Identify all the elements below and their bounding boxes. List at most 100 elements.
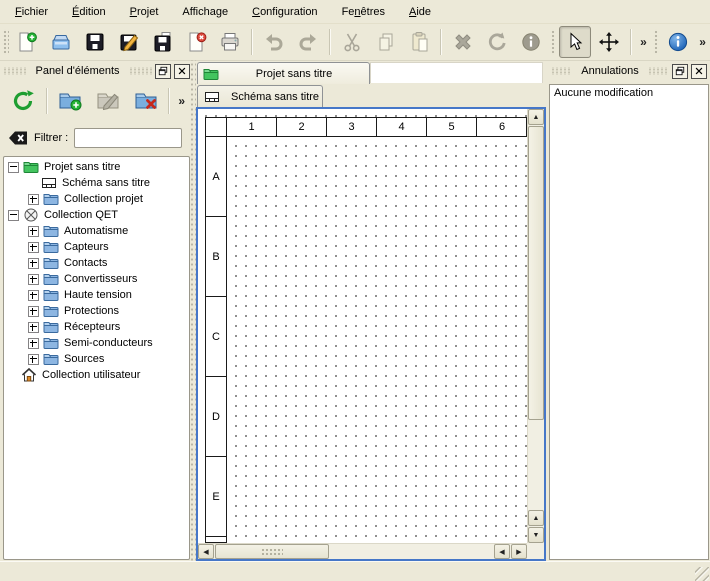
scroll-up-button-2[interactable]: ▲ [528,510,544,526]
new-file-button[interactable] [12,26,44,58]
expand-icon[interactable] [28,354,39,365]
float-panel-button[interactable] [672,64,688,79]
tree-item-haute-tension[interactable]: Haute tension [4,287,189,303]
float-panel-button[interactable] [155,64,171,79]
expand-icon[interactable] [28,274,39,285]
tree-item-convertisseurs[interactable]: Convertisseurs [4,271,189,287]
scroll-left-button[interactable]: ◀ [198,544,214,559]
menu-affichage[interactable]: Affichage [170,3,240,21]
tab-project[interactable]: Projet sans titre [197,62,370,84]
scroll-down-button[interactable]: ▼ [528,527,544,543]
resize-grip[interactable] [695,567,709,581]
expand-icon[interactable] [28,258,39,269]
folder-icon [43,191,59,207]
expand-icon[interactable] [28,242,39,253]
menu-configuration[interactable]: Configuration [240,3,329,21]
left-splitter-handle[interactable] [189,60,196,561]
expand-icon[interactable] [28,290,39,301]
tree-item-schema-sans-titre[interactable]: Schéma sans titre [4,175,189,191]
vertical-scroll-thumb[interactable] [528,126,544,420]
collapse-icon[interactable] [8,162,19,173]
expand-icon[interactable] [28,306,39,317]
expand-icon[interactable] [28,226,39,237]
tree-item-recepteurs[interactable]: Récepteurs [4,319,189,335]
reload-button[interactable] [5,84,41,118]
tree-item-collection-qet[interactable]: Collection QET [4,207,189,223]
new-category-button[interactable] [53,84,89,118]
diagram-scene[interactable]: 123456 ABCDE [198,109,527,543]
delete-category-button[interactable] [128,84,164,118]
info-button[interactable] [515,26,547,58]
edit-category-button[interactable] [90,84,126,118]
save-all-button[interactable] [147,26,179,58]
horizontal-scroll-thumb[interactable] [215,544,329,559]
about-qet-icon [667,31,689,53]
expand-icon[interactable] [28,194,39,205]
titlebar-texture [551,67,572,75]
tree-item-contacts[interactable]: Contacts [4,255,189,271]
collapse-icon[interactable] [8,210,19,221]
cut-button[interactable] [336,26,368,58]
scroll-right-button[interactable]: ▶ [511,544,527,559]
save-button[interactable] [79,26,111,58]
menu-fichier[interactable]: Fichier [3,3,60,21]
toolbar-overflow-button[interactable]: » [174,94,189,108]
expand-icon[interactable] [28,322,39,333]
about-qet-button[interactable] [662,26,694,58]
toolbar-separator [168,88,170,114]
tab-schema[interactable]: Schéma sans titre [197,85,323,107]
copy-button[interactable] [370,26,402,58]
tree-item-automatisme[interactable]: Automatisme [4,223,189,239]
move-button[interactable] [593,26,625,58]
frame-row-E: E [206,457,226,537]
select-arrow-button[interactable] [559,26,591,58]
menu-aide[interactable]: Aide [397,3,443,21]
clear-filter-icon[interactable] [8,130,28,146]
expand-icon[interactable] [28,338,39,349]
toolbar-handle[interactable] [550,29,557,55]
move-icon [598,31,620,53]
undo-button[interactable] [258,26,290,58]
vertical-scrollbar[interactable]: ▲ ▲ ▼ [527,109,544,543]
open-button[interactable] [45,26,77,58]
undo-panel-titlebar[interactable]: Annulations [548,60,710,82]
undo-history-list[interactable]: Aucune modification [549,84,709,560]
paste-button[interactable] [404,26,436,58]
folder-icon [43,271,59,287]
menu-fenetres[interactable]: Fenêtres [330,3,397,21]
tree-item-capteurs[interactable]: Capteurs [4,239,189,255]
edit-category-icon [96,89,120,113]
tree-item-projet-sans-titre[interactable]: Projet sans titre [4,159,189,175]
tree-item-label: Haute tension [64,287,132,303]
toolbar-handle[interactable] [2,29,9,55]
close-file-button[interactable] [181,26,213,58]
tree-item-semi-conducteurs[interactable]: Semi-conducteurs [4,335,189,351]
paste-icon [409,31,431,53]
redo-button[interactable] [292,26,324,58]
menu-edition[interactable]: Édition [60,3,118,21]
print-button[interactable] [215,26,247,58]
diagram-view[interactable]: 123456 ABCDE ▲ ▲ ▼ ◀ ◀ ▶ [196,107,546,561]
scroll-left-button-2[interactable]: ◀ [494,544,510,559]
save-as-icon [118,31,140,53]
toolbar-handle[interactable] [653,29,660,55]
elements-panel-titlebar[interactable]: Panel d'éléments [0,60,193,82]
menu-projet[interactable]: Projet [118,3,171,21]
toolbar-overflow-button[interactable]: » [636,35,651,49]
save-as-button[interactable] [113,26,145,58]
close-panel-button[interactable] [174,64,190,79]
horizontal-scrollbar[interactable]: ◀ ◀ ▶ [198,543,527,559]
close-file-icon [186,31,208,53]
close-panel-button[interactable] [691,64,707,79]
delete-button[interactable] [447,26,479,58]
tree-item-protections[interactable]: Protections [4,303,189,319]
tree-item-collection-utilisateur[interactable]: Collection utilisateur [4,367,189,383]
tree-item-sources[interactable]: Sources [4,351,189,367]
rotate-button[interactable] [481,26,513,58]
tree-item-collection-projet[interactable]: Collection projet [4,191,189,207]
filter-input[interactable] [74,128,182,148]
toolbar-separator [440,29,442,55]
scroll-up-button[interactable]: ▲ [528,109,544,125]
undo-history-item[interactable]: Aucune modification [550,85,708,101]
toolbar-overflow-button[interactable]: » [695,35,710,49]
